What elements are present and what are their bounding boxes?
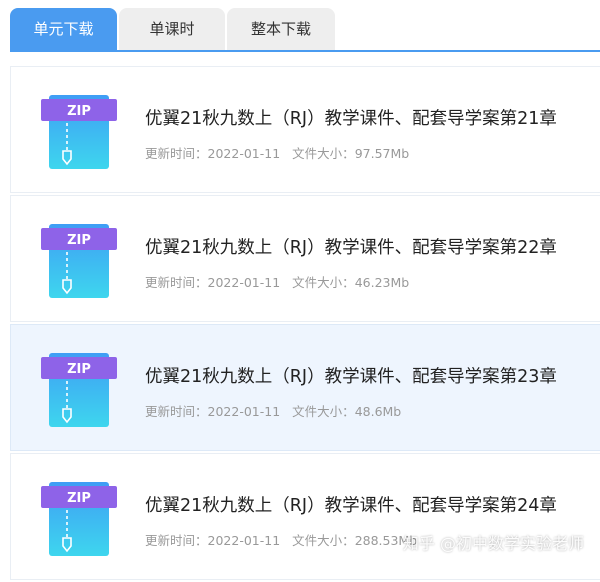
- file-list-item[interactable]: ZIP 优翼21秋九数上（RJ）教学课件、配套导学案第23章 更新时间：2022…: [10, 324, 600, 451]
- svg-text:ZIP: ZIP: [67, 104, 91, 119]
- file-size-label: 文件大小：: [292, 275, 355, 290]
- update-time-label: 更新时间：: [145, 404, 208, 419]
- file-title[interactable]: 优翼21秋九数上（RJ）教学课件、配套导学案第21章: [145, 105, 557, 130]
- zip-file-icon: ZIP: [41, 224, 117, 298]
- zip-file-icon: ZIP: [41, 482, 117, 556]
- update-time: 2022-01-11: [207, 533, 281, 548]
- update-time: 2022-01-11: [207, 275, 281, 290]
- tab-unit-download[interactable]: 单元下载: [10, 8, 117, 50]
- zip-file-icon: ZIP: [41, 353, 117, 427]
- svg-text:ZIP: ZIP: [67, 362, 91, 377]
- watermark: 知乎 @初中数学实验老师: [402, 534, 584, 553]
- file-meta: 更新时间：2022-01-11 文件大小：288.53Mb: [145, 530, 417, 549]
- file-list-item[interactable]: ZIP 优翼21秋九数上（RJ）教学课件、配套导学案第24章 更新时间：2022…: [10, 453, 600, 580]
- file-size: 46.23Mb: [354, 275, 410, 290]
- update-time-label: 更新时间：: [145, 275, 208, 290]
- zip-file-icon: ZIP: [41, 95, 117, 169]
- file-list: ZIP 优翼21秋九数上（RJ）教学课件、配套导学案第21章 更新时间：2022…: [10, 66, 600, 582]
- update-time: 2022-01-11: [207, 404, 281, 419]
- svg-text:ZIP: ZIP: [67, 491, 91, 506]
- update-time-label: 更新时间：: [145, 533, 208, 548]
- file-title[interactable]: 优翼21秋九数上（RJ）教学课件、配套导学案第23章: [145, 363, 557, 388]
- svg-text:ZIP: ZIP: [67, 233, 91, 248]
- file-size-label: 文件大小：: [292, 146, 355, 161]
- file-size-label: 文件大小：: [292, 404, 355, 419]
- file-meta: 更新时间：2022-01-11 文件大小：46.23Mb: [145, 272, 409, 291]
- update-time: 2022-01-11: [207, 146, 281, 161]
- file-size: 48.6Mb: [354, 404, 402, 419]
- file-size-label: 文件大小：: [292, 533, 355, 548]
- tab-single-lesson[interactable]: 单课时: [119, 8, 225, 50]
- tab-full-book-download[interactable]: 整本下载: [227, 8, 335, 50]
- file-list-item[interactable]: ZIP 优翼21秋九数上（RJ）教学课件、配套导学案第21章 更新时间：2022…: [10, 66, 600, 193]
- file-size: 97.57Mb: [354, 146, 410, 161]
- file-title[interactable]: 优翼21秋九数上（RJ）教学课件、配套导学案第24章: [145, 492, 557, 517]
- update-time-label: 更新时间：: [145, 146, 208, 161]
- file-title[interactable]: 优翼21秋九数上（RJ）教学课件、配套导学案第22章: [145, 234, 557, 259]
- file-meta: 更新时间：2022-01-11 文件大小：48.6Mb: [145, 401, 401, 420]
- tab-bar: 单元下载 单课时 整本下载: [10, 8, 600, 52]
- file-list-item[interactable]: ZIP 优翼21秋九数上（RJ）教学课件、配套导学案第22章 更新时间：2022…: [10, 195, 600, 322]
- file-meta: 更新时间：2022-01-11 文件大小：97.57Mb: [145, 143, 409, 162]
